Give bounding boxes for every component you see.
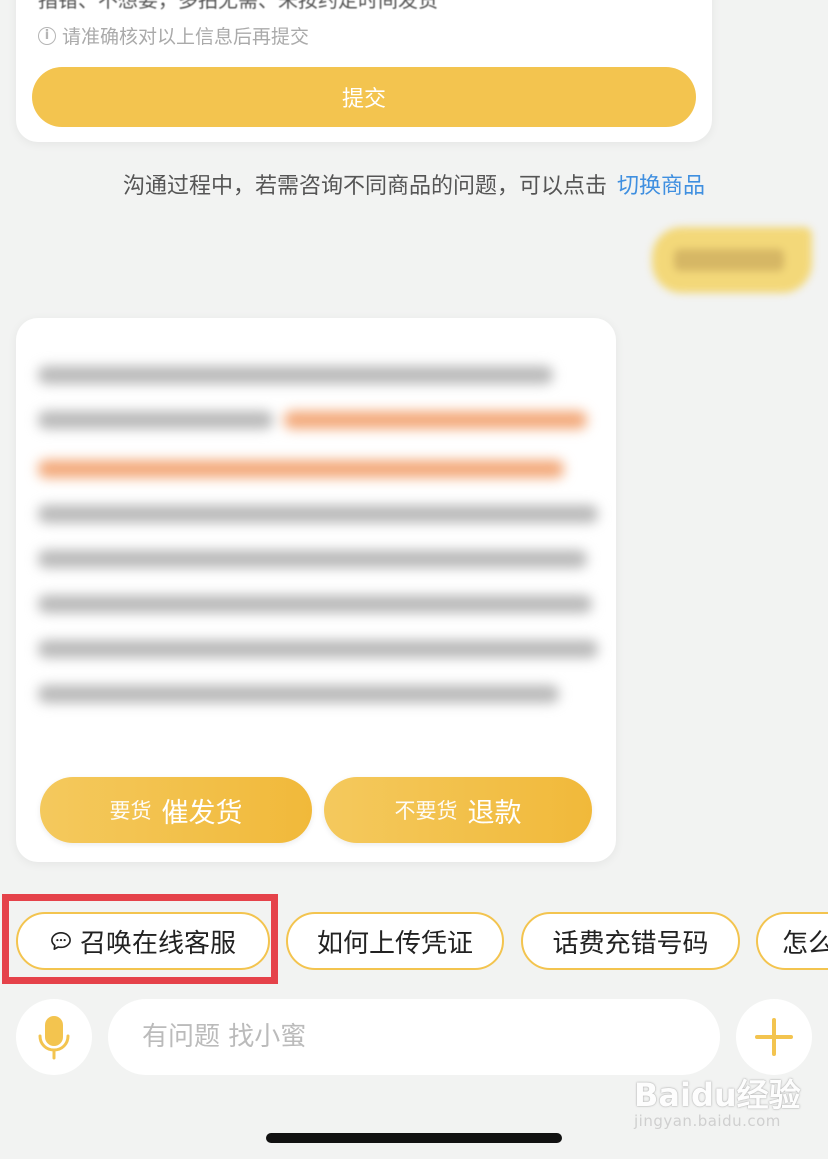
watermark-brand: Baidu经验 [634,1076,801,1114]
chat-bubble-icon [51,932,71,950]
chip-label: 召唤在线客服 [79,928,236,959]
form-hint: i 请准确核对以上信息后再提交 [38,22,309,49]
bot-reply-card: 要货 催发货 不要货 退款 [16,318,616,862]
chip-label: 怎么 [782,928,828,959]
submit-button[interactable]: 提交 [32,67,696,127]
refund-button[interactable]: 不要货 退款 [324,777,592,843]
chip-label: 如何上传凭证 [316,928,473,959]
refund-small-label: 不要货 [394,799,458,823]
order-form-card: 指错、不想要，多拍无需、未按约定时间发货 i 请准确核对以上信息后再提交 提交 [16,0,712,142]
urge-shipping-button[interactable]: 要货 催发货 [40,777,312,843]
baidu-watermark: Baidu经验 jingyan.baidu.com [634,1070,801,1130]
blurred-reply-text [38,366,598,730]
message-input[interactable] [140,1021,684,1053]
urge-shipping-label: 催发货 [161,797,243,829]
urge-shipping-small-label: 要货 [109,799,152,823]
refund-label: 退款 [467,797,522,829]
chip-wrong-phone-topup[interactable]: 话费充错号码 [521,912,740,970]
more-options-button[interactable] [736,999,812,1075]
form-reason-text: 指错、不想要，多拍无需、未按约定时间发货 [38,0,438,12]
switch-product-text: 沟通过程中，若需咨询不同商品的问题，可以点击 [122,174,607,199]
switch-product-note: 沟通过程中，若需咨询不同商品的问题，可以点击 切换商品 [0,168,828,200]
voice-input-button[interactable] [16,999,92,1075]
blurred-message-text [674,249,784,271]
chip-label: 话费充错号码 [552,928,709,959]
chip-upload-proof[interactable]: 如何上传凭证 [286,912,504,970]
switch-product-link[interactable]: 切换商品 [617,174,705,199]
quick-question-chips: 召唤在线客服 如何上传凭证 话费充错号码 怎么 [0,912,828,974]
home-indicator[interactable] [266,1133,562,1143]
user-message-bubble [652,227,812,293]
info-icon: i [38,26,56,45]
watermark-url: jingyan.baidu.com [634,1112,781,1130]
form-hint-text: 请准确核对以上信息后再提交 [62,26,310,48]
plus-icon [755,1018,793,1056]
chip-how-to[interactable]: 怎么 [756,912,828,970]
chip-summon-online-service[interactable]: 召唤在线客服 [16,912,270,970]
microphone-icon [38,1016,70,1060]
message-input-container[interactable] [108,999,720,1075]
